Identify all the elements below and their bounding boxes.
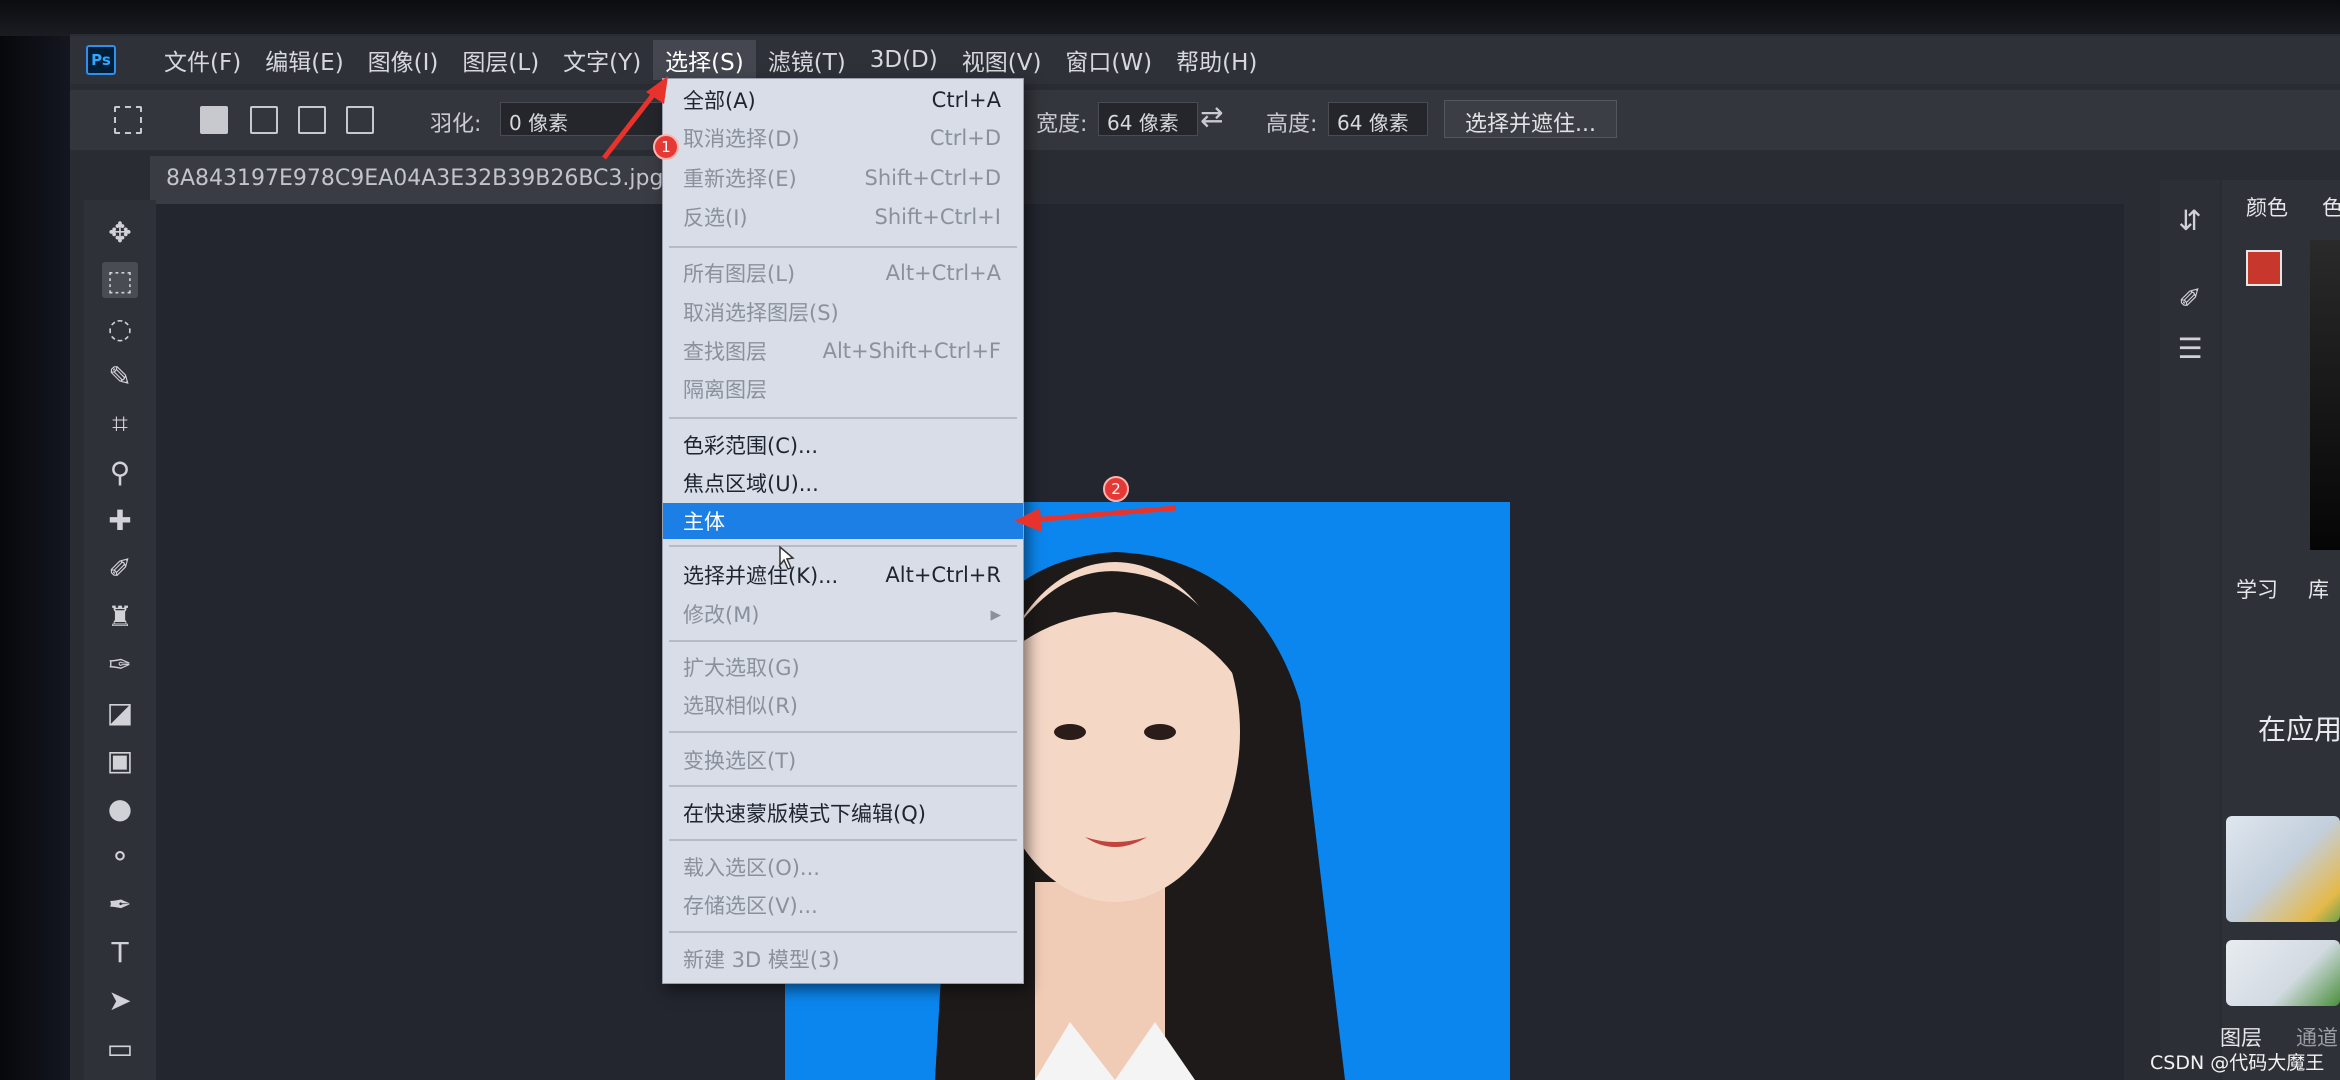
arrow-1-line <box>602 84 662 160</box>
mouse-cursor-icon <box>779 545 795 570</box>
arrow-2-head <box>1014 508 1042 532</box>
arrow-2-line <box>1031 505 1177 523</box>
step-badge-2: 2 <box>1103 476 1129 502</box>
watermark: CSDN @代码大魔王 <box>2150 1052 2325 1074</box>
photo-of-monitor: Ps 文件(F) 编辑(E) 图像(I) 图层(L) 文字(Y) 选择(S) 滤… <box>0 0 2340 1080</box>
annotation-overlay <box>602 76 1177 570</box>
step-badge-1: 1 <box>653 134 679 160</box>
